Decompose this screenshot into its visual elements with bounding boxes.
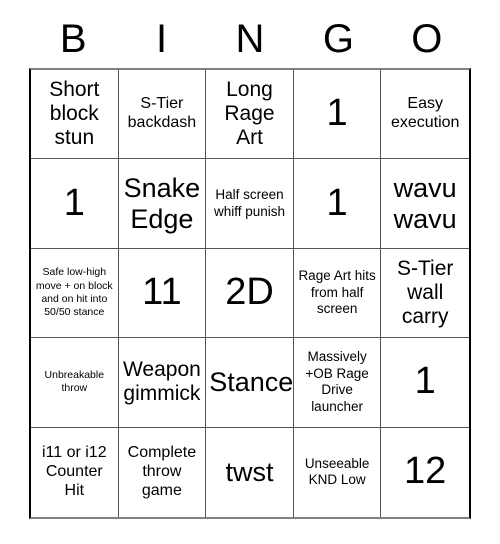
bingo-cell-label: 1	[63, 181, 85, 224]
bingo-cell-label: wavu wavu	[393, 173, 457, 234]
bingo-cell-r2c3[interactable]: Half screen whiff punish	[206, 159, 294, 249]
bingo-header-letter-g: G	[322, 17, 354, 61]
bingo-cell-label: Easy execution	[390, 95, 460, 132]
bingo-cell-label: Stance	[209, 367, 294, 398]
bingo-cell-r5c2[interactable]: Complete throw game	[118, 427, 207, 517]
bingo-cell-label: 1	[326, 92, 348, 135]
bingo-header-row: B I N G O	[29, 12, 471, 68]
bingo-cell-label: Weapon gimmick	[122, 358, 201, 406]
bingo-cell-r2c4[interactable]: 1	[293, 159, 382, 249]
bingo-card: B I N G O Short block stun S-Tier backdas…	[29, 12, 471, 519]
bingo-cell-label: Unseeable KND Low	[304, 455, 370, 488]
bingo-cell-label: Long Rage Art	[224, 78, 275, 150]
bingo-cell-r5c5[interactable]: 12	[381, 427, 469, 517]
bingo-cell-label: 12	[404, 450, 447, 493]
bingo-cell-label: i11 or i12 Counter Hit	[41, 443, 107, 499]
bingo-header-letter-o: O	[411, 17, 443, 61]
bingo-cell-r3c5[interactable]: S-Tier wall carry	[381, 248, 469, 339]
bingo-cell-label: 1	[326, 181, 348, 224]
bingo-cell-label: Rage Art hits from half screen	[298, 268, 376, 317]
bingo-cell-r5c1[interactable]: i11 or i12 Counter Hit	[31, 427, 119, 517]
bingo-cell-label: Short block stun	[49, 78, 100, 150]
bingo-cell-label: S-Tier backdash	[127, 95, 197, 132]
bingo-cell-label: 11	[142, 271, 182, 314]
bingo-header-letter-n: N	[235, 17, 265, 61]
bingo-cell-r1c4[interactable]: 1	[293, 70, 382, 160]
bingo-cell-label: Unbreakable throw	[44, 368, 105, 395]
bingo-cell-r4c3[interactable]: Stance	[206, 338, 294, 428]
bingo-cell-r2c2[interactable]: Snake Edge	[118, 159, 207, 249]
bingo-cell-r1c3[interactable]: Long Rage Art	[206, 70, 294, 160]
bingo-cell-r2c5[interactable]: wavu wavu	[381, 159, 469, 249]
bingo-cell-r4c1[interactable]: Unbreakable throw	[31, 338, 119, 428]
bingo-cell-r1c5[interactable]: Easy execution	[381, 70, 469, 160]
bingo-header-letter-b: B	[59, 17, 87, 61]
bingo-cell-label: Half screen whiff punish	[213, 187, 286, 219]
bingo-cell-label: 2D	[225, 271, 274, 314]
bingo-header-letter-i: I	[156, 17, 168, 61]
bingo-cell-label: twst	[225, 457, 274, 488]
bingo-cell-r3c4[interactable]: Rage Art hits from half screen	[293, 248, 382, 339]
bingo-cell-r2c1[interactable]: 1	[31, 159, 119, 249]
bingo-cell-r5c4[interactable]: Unseeable KND Low	[293, 427, 382, 517]
bingo-cell-r1c1[interactable]: Short block stun	[31, 70, 119, 160]
bingo-cell-r4c5[interactable]: 1	[381, 338, 469, 428]
bingo-cell-label: Complete throw game	[127, 443, 197, 499]
bingo-cell-label: Safe low-high move + on block and on hit…	[35, 266, 113, 319]
bingo-cell-r4c2[interactable]: Weapon gimmick	[118, 338, 207, 428]
bingo-grid: Short block stun S-Tier backdash Long Rage…	[29, 68, 471, 519]
bingo-cell-label: Snake Edge	[123, 173, 201, 234]
bingo-cell-label: Massively +OB Rage Drive launcher	[305, 349, 369, 414]
bingo-cell-r3c3[interactable]: 2D	[206, 248, 294, 339]
bingo-cell-label: S-Tier wall carry	[396, 257, 454, 328]
bingo-cell-label: 1	[414, 360, 436, 403]
bingo-cell-r5c3[interactable]: twst	[206, 427, 294, 517]
bingo-cell-r4c4[interactable]: Massively +OB Rage Drive launcher	[293, 338, 382, 428]
bingo-cell-r3c2[interactable]: 11	[118, 248, 207, 339]
bingo-cell-r1c2[interactable]: S-Tier backdash	[118, 70, 207, 160]
bingo-cell-r3c1[interactable]: Safe low-high move + on block and on hit…	[31, 248, 119, 339]
